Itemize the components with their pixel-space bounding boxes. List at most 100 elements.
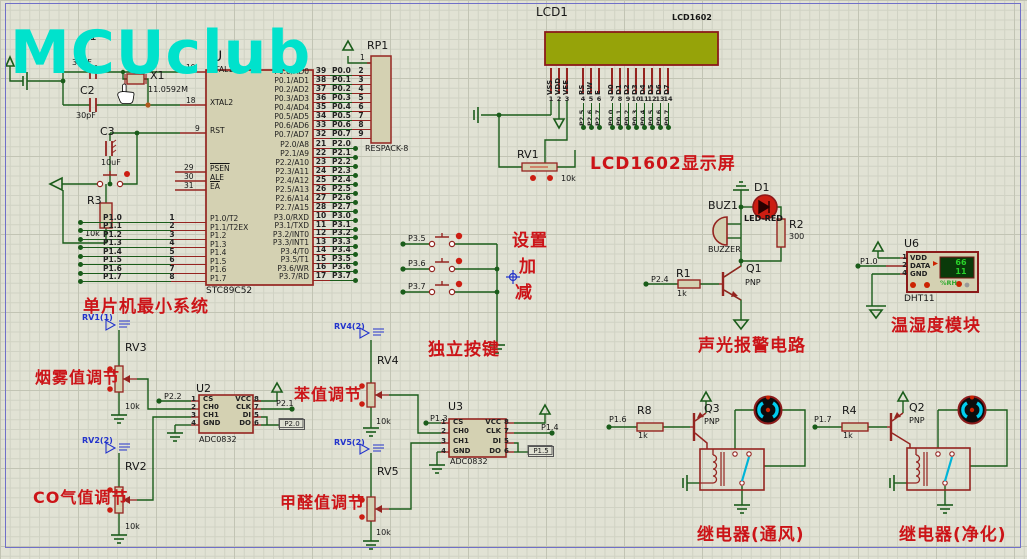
rv5-ref[interactable]: RV5 bbox=[377, 466, 399, 477]
rv4-caption[interactable]: 苯值调节 bbox=[294, 387, 362, 403]
dht-caption[interactable]: 温湿度模块 bbox=[891, 318, 981, 335]
d1-part[interactable]: LED-RED bbox=[744, 215, 783, 223]
relay1-caption[interactable]: 继电器(通风) bbox=[697, 527, 805, 544]
pin-number: 33 bbox=[315, 120, 327, 129]
pin-number: 22 bbox=[315, 148, 327, 157]
r8-value[interactable]: 1k bbox=[638, 432, 648, 440]
pin-number: 1 bbox=[441, 417, 446, 426]
c1-value[interactable]: 30pF bbox=[72, 59, 92, 67]
u3-ref[interactable]: U3 bbox=[448, 401, 463, 412]
pin-name: VDD bbox=[554, 77, 562, 95]
rp1-part[interactable]: RESPACK-8 bbox=[365, 145, 408, 153]
pin-name: DO bbox=[239, 418, 251, 427]
buz1-ref[interactable]: BUZ1 bbox=[708, 200, 738, 211]
mcu-part[interactable]: STC89C52 bbox=[206, 287, 252, 296]
net-dot bbox=[657, 125, 663, 130]
xtal2-num: 18 bbox=[186, 96, 196, 105]
pin-name: DATA bbox=[910, 262, 931, 270]
rv5-value[interactable]: 10k bbox=[376, 529, 391, 537]
lcd-part[interactable]: LCD1602 bbox=[672, 14, 712, 22]
x1-freq[interactable]: 11.0592M bbox=[148, 86, 188, 94]
r4-ref[interactable]: R4 bbox=[842, 405, 857, 416]
r3-ref[interactable]: R3 bbox=[87, 195, 102, 206]
q2-ref[interactable]: Q2 bbox=[909, 402, 925, 413]
rv2-caption[interactable]: CO气值调节 bbox=[33, 490, 128, 506]
c1-ref[interactable]: C1 bbox=[82, 31, 97, 42]
r2-ref[interactable]: R2 bbox=[789, 219, 804, 230]
relay2-caption[interactable]: 继电器(净化) bbox=[899, 527, 1007, 544]
q3-ref[interactable]: Q3 bbox=[704, 403, 720, 414]
r8-ref[interactable]: R8 bbox=[637, 405, 652, 416]
pin-row: P1.2 3 bbox=[76, 230, 206, 242]
respack-pin-number: 5 bbox=[358, 93, 364, 102]
r4-value[interactable]: 1k bbox=[843, 432, 853, 440]
net-label: P0.4 bbox=[332, 102, 351, 111]
rv4-value[interactable]: 10k bbox=[376, 418, 391, 426]
key3-label[interactable]: 减 bbox=[515, 285, 533, 302]
u2-clk-net: P2.1 bbox=[276, 399, 294, 408]
net-dot bbox=[596, 125, 602, 130]
wire bbox=[651, 103, 653, 126]
rv3-ref[interactable]: RV3 bbox=[125, 342, 147, 353]
net-label: P0.1 bbox=[332, 75, 351, 84]
pin-row: P1.3 4 bbox=[76, 238, 206, 250]
rv3-caption[interactable]: 烟雾值调节 bbox=[35, 370, 120, 386]
pin-row: VCC 8 bbox=[210, 395, 266, 403]
alarm-caption[interactable]: 声光报警电路 bbox=[698, 338, 806, 355]
u2-part[interactable]: ADC0832 bbox=[199, 436, 237, 444]
pin-number: 17 bbox=[315, 270, 327, 280]
r2-value[interactable]: 300 bbox=[789, 233, 804, 241]
u2-ref[interactable]: U2 bbox=[196, 383, 211, 394]
rst-name: RST bbox=[210, 126, 225, 135]
net-label: P0.0 bbox=[332, 66, 351, 75]
net-dot bbox=[353, 277, 358, 283]
key2-label[interactable]: 加 bbox=[519, 259, 537, 276]
rv1-ref[interactable]: RV1 bbox=[517, 149, 539, 160]
c2-value[interactable]: 30pF bbox=[76, 112, 96, 120]
lcd-pin-column: VEE 3 bbox=[562, 68, 571, 130]
c2-ref[interactable]: C2 bbox=[80, 85, 95, 96]
schematic-canvas[interactable]: C1 30pF C2 30pF X1 11.0592M C3 10uF R3 1… bbox=[0, 0, 1027, 559]
net-label: P2.7 bbox=[332, 202, 351, 211]
u6-part[interactable]: DHT11 bbox=[904, 295, 935, 304]
c3-value[interactable]: 10uF bbox=[101, 159, 121, 167]
key1-label[interactable]: 设置 bbox=[512, 233, 548, 250]
net-label: P0.3 bbox=[332, 93, 351, 102]
lcd-ref[interactable]: LCD1 bbox=[536, 6, 568, 18]
net-dot bbox=[580, 125, 586, 130]
pin-number: 2 bbox=[902, 261, 907, 269]
pin-row: CLK 7 bbox=[460, 427, 516, 437]
r1-value[interactable]: 1k bbox=[677, 290, 687, 298]
r1-ref[interactable]: R1 bbox=[676, 268, 691, 279]
u6-ref[interactable]: U6 bbox=[904, 238, 919, 249]
pin-number: 35 bbox=[315, 102, 327, 111]
rv2-tag: RV2(2) bbox=[82, 436, 113, 445]
lcd-ctrl-pins: RS 4 P2.5 RW 5 P2.6 E bbox=[578, 68, 603, 130]
keys-caption[interactable]: 独立按键 bbox=[428, 342, 500, 359]
pin-number: 6 bbox=[596, 95, 602, 103]
key1-net: P3.5 bbox=[408, 234, 426, 243]
mcu-ref[interactable]: U bbox=[212, 50, 222, 64]
net-label: P2.0 bbox=[332, 139, 351, 148]
rv5-caption[interactable]: 甲醛值调节 bbox=[280, 495, 365, 511]
pin-number: 39 bbox=[315, 66, 327, 75]
pin-name: P3.0/RXD bbox=[273, 212, 309, 222]
q1-ref[interactable]: Q1 bbox=[746, 263, 762, 274]
rv1-value[interactable]: 10k bbox=[561, 175, 576, 183]
pin-name: D4 bbox=[639, 84, 647, 95]
pin-number: 26 bbox=[315, 184, 327, 193]
c3-ref[interactable]: C3 bbox=[100, 126, 115, 137]
pin-row: DI 5 bbox=[460, 437, 516, 447]
rv3-value[interactable]: 10k bbox=[125, 403, 140, 411]
rv2-value[interactable]: 10k bbox=[125, 523, 140, 531]
wire bbox=[80, 281, 171, 282]
u3-part[interactable]: ADC0832 bbox=[450, 458, 488, 466]
x1-ref[interactable]: X1 bbox=[150, 70, 165, 81]
lcd-caption[interactable]: LCD1602显示屏 bbox=[590, 156, 736, 173]
rv2-ref[interactable]: RV2 bbox=[125, 461, 147, 472]
rp1-ref[interactable]: RP1 bbox=[367, 40, 388, 51]
ale-name: ALE bbox=[210, 173, 225, 182]
d1-ref[interactable]: D1 bbox=[754, 182, 769, 193]
buz1-part[interactable]: BUZZER bbox=[708, 246, 741, 254]
rv4-ref[interactable]: RV4 bbox=[377, 355, 399, 366]
